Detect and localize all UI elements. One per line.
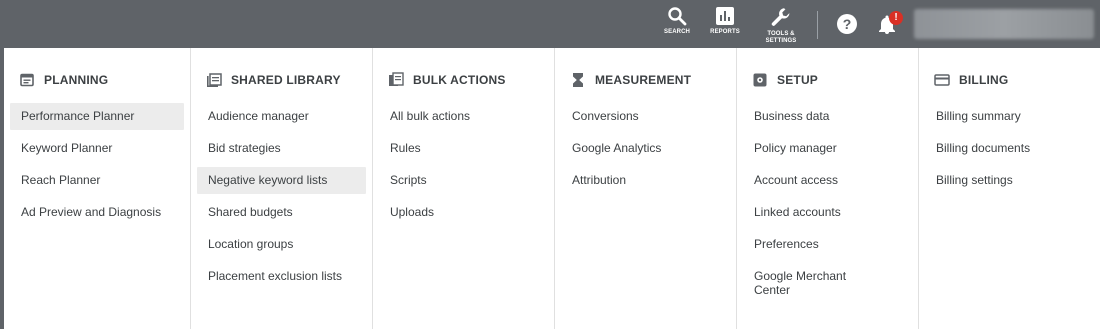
column-title: SHARED LIBRARY: [230, 73, 341, 87]
setup-icon: [753, 73, 767, 87]
top-navigation-bar: SEARCH REPORTS TOOLS & SETTINGS ? !: [0, 0, 1100, 48]
menu-item-billing-summary[interactable]: Billing summary: [925, 103, 1094, 130]
menu-item-rules[interactable]: Rules: [379, 135, 548, 162]
column-header: BILLING: [934, 72, 1008, 88]
menu-item-location-groups[interactable]: Location groups: [197, 231, 366, 258]
column-item-list: Billing summary Billing documents Billing …: [925, 103, 1094, 199]
menu-item-all-bulk-actions[interactable]: All bulk actions: [379, 103, 548, 130]
library-icon: [206, 73, 222, 87]
menu-item-keyword-planner[interactable]: Keyword Planner: [10, 135, 184, 162]
menu-item-business-data[interactable]: Business data: [743, 103, 912, 130]
menu-item-performance-planner[interactable]: Performance Planner: [10, 103, 184, 130]
menu-item-policy-manager[interactable]: Policy manager: [743, 135, 912, 162]
copy-icon: [388, 72, 404, 86]
column-header: BULK ACTIONS: [388, 72, 506, 88]
help-icon[interactable]: ?: [837, 14, 857, 34]
account-selector[interactable]: [914, 9, 1094, 39]
column-item-list: Performance Planner Keyword Planner Reach …: [10, 103, 184, 231]
menu-item-preferences[interactable]: Preferences: [743, 231, 912, 258]
hourglass-icon: [572, 73, 583, 87]
column-title: BILLING: [959, 73, 1009, 87]
credit-card-icon: [934, 74, 950, 86]
menu-item-bid-strategies[interactable]: Bid strategies: [197, 135, 366, 162]
reports-label: REPORTS: [710, 29, 740, 35]
menu-column-measurement: MEASUREMENT Conversions Google Analytics At…: [553, 48, 736, 329]
column-title: SETUP: [777, 73, 819, 87]
menu-item-reach-planner[interactable]: Reach Planner: [10, 167, 184, 194]
column-item-list: Audience manager Bid strategies Negative k…: [196, 103, 366, 295]
wrench-icon: [771, 8, 790, 26]
tools-settings-label: TOOLS & SETTINGS: [765, 31, 797, 44]
menu-item-attribution[interactable]: Attribution: [561, 167, 730, 194]
menu-item-placement-exclusion-lists[interactable]: Placement exclusion lists: [197, 263, 366, 290]
menu-item-conversions[interactable]: Conversions: [561, 103, 730, 130]
column-title: BULK ACTIONS: [412, 73, 506, 87]
search-label: SEARCH: [664, 29, 690, 35]
column-header: PLANNING: [19, 72, 108, 88]
menu-item-billing-documents[interactable]: Billing documents: [925, 135, 1094, 162]
reports-icon: [716, 7, 734, 25]
menu-column-setup: SETUP Business data Policy manager Account …: [736, 48, 918, 329]
notification-badge: !: [889, 11, 903, 25]
menu-item-shared-budgets[interactable]: Shared budgets: [197, 199, 366, 226]
tools-settings-button[interactable]: TOOLS & SETTINGS: [759, 6, 803, 48]
menu-item-billing-settings[interactable]: Billing settings: [925, 167, 1094, 194]
column-title: MEASUREMENT: [594, 73, 692, 87]
column-item-list: All bulk actions Rules Scripts Uploads: [379, 103, 548, 231]
menu-column-planning: PLANNING Performance Planner Keyword Plann…: [4, 48, 190, 329]
menu-item-linked-accounts[interactable]: Linked accounts: [743, 199, 912, 226]
column-header: MEASUREMENT: [570, 72, 691, 88]
menu-item-negative-keyword-lists[interactable]: Negative keyword lists: [196, 167, 366, 194]
menu-item-ad-preview-and-diagnosis[interactable]: Ad Preview and Diagnosis: [10, 199, 184, 226]
column-title: PLANNING: [44, 73, 109, 87]
search-button[interactable]: SEARCH: [655, 6, 699, 48]
tools-settings-menu: PLANNING Performance Planner Keyword Plann…: [4, 48, 1100, 329]
search-icon: [668, 7, 687, 26]
reports-button[interactable]: REPORTS: [703, 6, 747, 48]
menu-item-audience-manager[interactable]: Audience manager: [197, 103, 366, 130]
menu-item-google-merchant-center[interactable]: Google Merchant Center: [743, 263, 872, 304]
column-header: SHARED LIBRARY: [206, 72, 341, 88]
menu-item-google-analytics[interactable]: Google Analytics: [561, 135, 730, 162]
menu-item-uploads[interactable]: Uploads: [379, 199, 548, 226]
menu-item-scripts[interactable]: Scripts: [379, 167, 548, 194]
menu-column-bulk-actions: BULK ACTIONS All bulk actions Rules Scripts…: [371, 48, 554, 329]
column-item-list: Conversions Google Analytics Attribution: [561, 103, 730, 199]
column-header: SETUP: [752, 72, 818, 88]
calendar-icon: [20, 73, 34, 87]
menu-column-billing: BILLING Billing summary Billing documents B…: [918, 48, 1100, 329]
menu-item-account-access[interactable]: Account access: [743, 167, 912, 194]
toolbar-divider: [817, 11, 818, 39]
column-item-list: Business data Policy manager Account acces…: [743, 103, 912, 309]
menu-column-shared-library: SHARED LIBRARY Audience manager Bid strate…: [189, 48, 372, 329]
